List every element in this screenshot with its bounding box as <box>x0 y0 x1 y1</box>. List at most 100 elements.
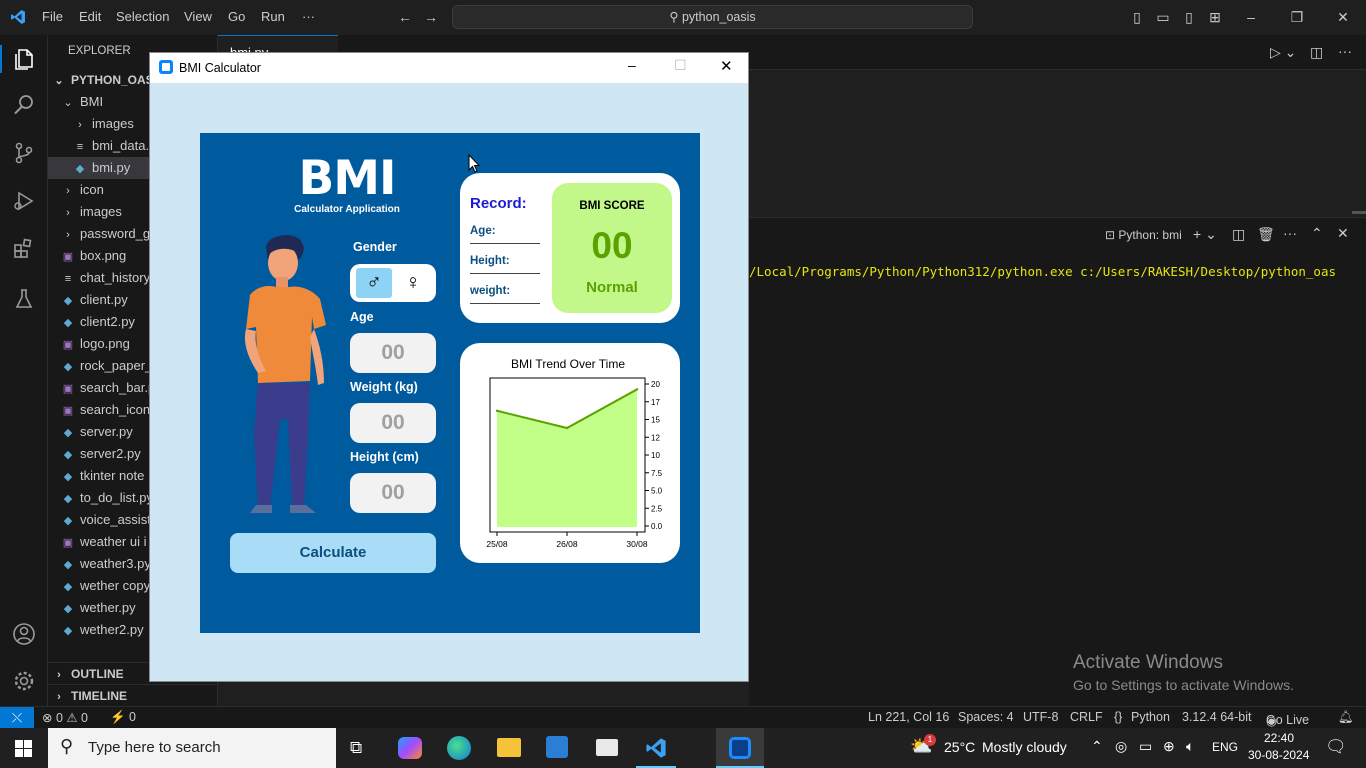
source-control-icon[interactable] <box>10 139 38 167</box>
height-input[interactable]: 00 <box>350 473 436 513</box>
file-explorer-icon[interactable] <box>497 738 521 757</box>
maximize-panel-icon[interactable]: ⌃ <box>1311 225 1323 242</box>
customize-layout-icon[interactable]: ⊞ <box>1206 8 1224 26</box>
task-view-icon[interactable]: ⧉ <box>350 738 362 758</box>
python-file-icon: ◆ <box>63 471 73 483</box>
split-editor-icon[interactable]: ◫ <box>1310 44 1323 61</box>
windows-start-icon[interactable] <box>15 740 32 757</box>
chevron-right-icon: › <box>78 119 82 131</box>
split-terminal-icon[interactable]: ◫ <box>1232 226 1245 243</box>
weight-input[interactable]: 00 <box>350 403 436 443</box>
menu-edit[interactable]: Edit <box>79 9 101 24</box>
tree-item-label: wether.py <box>80 600 136 615</box>
terminal-tab[interactable]: ⊡ Python: bmi <box>1105 228 1182 242</box>
close-icon[interactable]: ✕ <box>1334 8 1352 26</box>
age-label: Age <box>350 310 374 324</box>
testing-icon[interactable] <box>10 285 38 313</box>
input-language[interactable]: ENG <box>1212 740 1238 754</box>
vscode-taskbar-button[interactable] <box>636 728 676 768</box>
menu-more[interactable]: ··· <box>302 9 315 24</box>
minimize-icon[interactable]: – <box>628 57 636 73</box>
forward-arrow-icon[interactable]: → <box>422 8 440 26</box>
windows-taskbar: ⚲ Type here to search ⧉ ⛅ 1 25°C Mostly … <box>0 728 1366 768</box>
record-card: Record: Age: Height: weight: BMI SCORE 0… <box>460 173 680 323</box>
remote-icon[interactable]: ⤬ <box>0 707 34 729</box>
explorer-icon[interactable] <box>10 45 38 73</box>
mouse-cursor-icon <box>468 154 480 173</box>
battery-icon[interactable]: ▭ <box>1139 738 1152 755</box>
toggle-panel-icon[interactable]: ▭ <box>1154 8 1172 26</box>
taskbar-search-box[interactable]: ⚲ Type here to search <box>48 728 336 768</box>
menu-selection[interactable]: Selection <box>116 9 169 24</box>
close-panel-icon[interactable]: ✕ <box>1337 225 1349 242</box>
python-interpreter[interactable]: 3.12.4 64-bit <box>1182 710 1252 724</box>
bmi-window: BMI Calculator – ☐ ✕ BMI Calculator Appl… <box>149 52 749 682</box>
trend-point <box>565 426 569 430</box>
minimize-icon[interactable]: – <box>1242 8 1260 26</box>
edge-browser-icon[interactable] <box>447 736 471 760</box>
menu-view[interactable]: View <box>184 9 212 24</box>
command-center-search[interactable]: ⚲ python_oasis <box>452 5 973 29</box>
restore-icon[interactable]: ❐ <box>1288 8 1306 26</box>
close-icon[interactable]: ✕ <box>720 57 733 75</box>
chevron-up-icon[interactable]: ⌃ <box>1091 738 1103 755</box>
timeline-label: TIMELINE <box>71 689 127 703</box>
image-file-icon: ▣ <box>62 251 74 263</box>
weather-temp[interactable]: 25°C <box>944 739 975 755</box>
problems-indicator[interactable]: ⊗ 0 ⚠ 0 <box>42 710 88 725</box>
run-debug-icon[interactable] <box>10 187 38 215</box>
clock-date[interactable]: 30-08-2024 <box>1248 748 1309 762</box>
menu-file[interactable]: File <box>42 9 63 24</box>
run-file-icon[interactable]: ▷ ⌄ <box>1270 44 1296 61</box>
male-button[interactable]: ♂ <box>356 268 392 298</box>
encoding[interactable]: UTF-8 <box>1023 710 1058 724</box>
chevron-down-icon: ⌄ <box>63 97 73 109</box>
scroll-thumb[interactable] <box>1352 211 1366 214</box>
notification-center-icon[interactable]: 🗨︎ <box>1325 737 1347 757</box>
meet-now-icon[interactable]: ◎ <box>1115 738 1127 755</box>
extensions-icon[interactable] <box>10 235 38 263</box>
python-file-icon: ◆ <box>63 625 73 637</box>
menu-go[interactable]: Go <box>228 9 245 24</box>
female-button[interactable]: ♀ <box>396 268 430 298</box>
age-input[interactable]: 00 <box>350 333 436 373</box>
notifications-bell-icon[interactable]: 🔔︎ <box>1338 710 1354 725</box>
volume-icon[interactable]: 🔈︎ <box>1186 738 1194 755</box>
new-terminal-icon[interactable]: + ⌄ <box>1193 226 1217 243</box>
ports-indicator[interactable]: ⚡ 0 <box>110 710 136 725</box>
kill-terminal-icon[interactable]: 🗑 <box>1257 226 1275 243</box>
braces-icon: {} <box>1114 710 1123 724</box>
line-ending[interactable]: CRLF <box>1070 710 1103 724</box>
language-mode[interactable]: Python <box>1131 710 1170 724</box>
tree-item-label: search_icon <box>80 402 151 417</box>
timeline-section[interactable]: › TIMELINE <box>48 684 218 706</box>
bmi-app-taskbar-button[interactable] <box>716 728 764 768</box>
calculate-button[interactable]: Calculate <box>230 533 436 573</box>
copilot-icon[interactable] <box>398 737 422 759</box>
cursor-position[interactable]: Ln 221, Col 16 <box>868 710 949 724</box>
toggle-secondary-sidebar-icon[interactable]: ▯ <box>1180 8 1198 26</box>
trend-point <box>635 388 639 391</box>
settings-gear-icon[interactable] <box>10 667 38 695</box>
search-icon[interactable] <box>10 91 38 119</box>
y-tick-label: 0.0 <box>651 522 663 531</box>
more-actions-icon[interactable]: ··· <box>1338 43 1352 59</box>
bmi-score-card: BMI SCORE 00 Normal <box>552 183 672 313</box>
tree-item-label: tkinter note <box>80 468 145 483</box>
clock-time[interactable]: 22:40 <box>1264 731 1294 745</box>
network-globe-icon[interactable]: ⊕ <box>1163 738 1175 755</box>
mail-icon[interactable] <box>596 739 618 756</box>
weather-condition[interactable]: Mostly cloudy <box>982 739 1067 755</box>
menu-run[interactable]: Run <box>261 9 285 24</box>
male-icon: ♂ <box>366 271 382 294</box>
back-arrow-icon[interactable]: ← <box>396 8 414 26</box>
tree-item-label: weather ui i <box>80 534 147 549</box>
indentation[interactable]: Spaces: 4 <box>958 710 1014 724</box>
account-icon[interactable] <box>10 620 38 648</box>
maximize-icon[interactable]: ☐ <box>674 57 687 74</box>
x-tick-label: 26/08 <box>556 539 578 549</box>
bmi-score-title: BMI SCORE <box>579 200 645 212</box>
terminal-more-icon[interactable]: ··· <box>1283 225 1297 241</box>
microsoft-store-icon[interactable] <box>546 736 568 758</box>
toggle-sidebar-icon[interactable]: ▯ <box>1128 8 1146 26</box>
